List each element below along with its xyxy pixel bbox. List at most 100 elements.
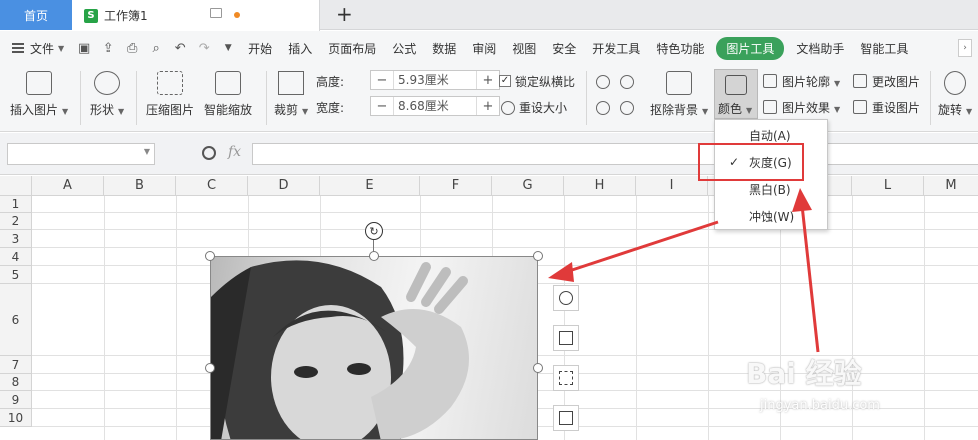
row-header[interactable]: 1	[0, 196, 32, 213]
menu-special[interactable]: 特色功能	[648, 40, 712, 57]
resize-handle[interactable]	[205, 363, 215, 373]
undo-icon[interactable]: ↶	[168, 41, 192, 56]
height-stepper[interactable]: − 5.93厘米 +	[370, 70, 500, 90]
menu-security[interactable]: 安全	[544, 40, 584, 57]
crop-button[interactable]: 裁剪 ▼	[274, 71, 308, 118]
column-header[interactable]: G	[492, 176, 564, 196]
color-option-label: 冲蚀(W)	[749, 209, 795, 224]
tab-workbook[interactable]: S 工作簿1	[72, 0, 320, 31]
lock-ratio-label: 锁定纵横比	[515, 75, 576, 89]
grayscale-photo[interactable]	[210, 256, 538, 440]
row-header[interactable]: 2	[0, 213, 32, 230]
shape-icon	[94, 71, 121, 95]
remove-background-button[interactable]: 抠除背景 ▼	[650, 71, 708, 118]
shape-label: 形状	[90, 103, 115, 117]
column-header[interactable]: M	[924, 176, 978, 196]
column-header[interactable]: E	[320, 176, 420, 196]
menu-data[interactable]: 数据	[424, 40, 464, 57]
divider	[586, 71, 587, 125]
save-icon[interactable]: ▣	[72, 41, 96, 56]
name-box[interactable]: ▼	[7, 143, 155, 165]
new-tab-button[interactable]: +	[336, 3, 353, 25]
width-stepper[interactable]: − 8.68厘米 +	[370, 96, 500, 116]
column-header[interactable]: F	[420, 176, 492, 196]
height-decrease-button[interactable]: −	[371, 71, 393, 89]
rotate-label: 旋转	[938, 103, 963, 117]
menu-smart-tools[interactable]: 智能工具	[852, 40, 916, 57]
tab-home[interactable]: 首页	[0, 0, 72, 30]
resize-handle[interactable]	[205, 251, 215, 261]
print-preview-icon[interactable]: ⌕	[144, 41, 168, 56]
width-decrease-button[interactable]: −	[371, 97, 393, 115]
menu-developer[interactable]: 开发工具	[584, 40, 648, 57]
file-menu-button[interactable]: 文件 ▼	[12, 40, 64, 57]
column-header[interactable]: D	[248, 176, 320, 196]
column-header[interactable]: A	[32, 176, 104, 196]
resize-handle[interactable]	[533, 251, 543, 261]
shape-button[interactable]: 形状 ▼	[90, 71, 124, 118]
row-header[interactable]: 9	[0, 391, 32, 409]
menu-doc-assistant[interactable]: 文档助手	[788, 40, 852, 57]
menu-page-layout[interactable]: 页面布局	[320, 40, 384, 57]
resize-handle[interactable]	[369, 251, 379, 261]
row-header[interactable]: 5	[0, 266, 32, 284]
row-header[interactable]: 8	[0, 374, 32, 391]
crop-tool[interactable]	[553, 325, 579, 351]
picture-effect-button[interactable]: 图片效果 ▼	[782, 99, 840, 116]
zoom-icon[interactable]	[202, 146, 216, 160]
column-header[interactable]: B	[104, 176, 176, 196]
row-header[interactable]: 6	[0, 284, 32, 356]
contrast-down-icon[interactable]	[620, 101, 634, 115]
rotate-handle[interactable]: ↻	[365, 222, 383, 240]
row-header[interactable]: 10	[0, 409, 32, 427]
menu-view[interactable]: 视图	[504, 40, 544, 57]
monitor-icon[interactable]	[210, 8, 222, 18]
print-icon[interactable]: ⎙	[120, 41, 144, 56]
color-button[interactable]: 颜色 ▼	[714, 69, 758, 119]
width-increase-button[interactable]: +	[477, 97, 499, 115]
zoom-in-tool[interactable]	[553, 285, 579, 311]
select-all-corner[interactable]	[0, 176, 32, 196]
smart-zoom-button[interactable]: 智能缩放	[204, 71, 252, 118]
column-header[interactable]: H	[564, 176, 636, 196]
change-picture-button[interactable]: 更改图片	[872, 73, 920, 90]
menu-picture-tools[interactable]: 图片工具	[716, 36, 785, 60]
column-header[interactable]: L	[852, 176, 924, 196]
reset-size-button[interactable]: 重设大小	[519, 99, 567, 116]
row-header[interactable]: 4	[0, 248, 32, 266]
customize-chevron-icon[interactable]: ▼	[216, 43, 240, 53]
brightness-up-icon[interactable]	[596, 75, 610, 89]
menu-home[interactable]: 开始	[240, 40, 280, 57]
export-pdf-icon[interactable]: ⇪	[96, 41, 120, 56]
rotate-button[interactable]: 旋转 ▼	[938, 71, 972, 118]
menu-insert[interactable]: 插入	[280, 40, 320, 57]
menu-scroll-right-icon[interactable]: ›	[958, 39, 972, 57]
redo-icon[interactable]: ↷	[192, 41, 216, 56]
width-label: 宽度:	[316, 101, 345, 115]
picture-to-text-tool[interactable]	[553, 405, 579, 431]
brightness-down-icon[interactable]	[620, 75, 634, 89]
contrast-up-icon[interactable]	[596, 101, 610, 115]
picture-outline-button[interactable]: 图片轮廓 ▼	[782, 73, 840, 90]
height-label: 高度:	[316, 75, 345, 89]
menu-formula[interactable]: 公式	[384, 40, 424, 57]
row-header[interactable]: 7	[0, 356, 32, 374]
resize-handle[interactable]	[533, 363, 543, 373]
color-option-washout[interactable]: 冲蚀(W)	[715, 203, 827, 229]
picture-effect-icon	[763, 100, 777, 114]
row-header[interactable]: 3	[0, 230, 32, 248]
height-value[interactable]: 5.93厘米	[393, 71, 477, 89]
fx-icon[interactable]: fx	[228, 144, 241, 160]
lock-ratio-checkbox[interactable]: ✓	[499, 75, 511, 87]
select-area-tool[interactable]	[553, 365, 579, 391]
height-increase-button[interactable]: +	[477, 71, 499, 89]
compress-picture-button[interactable]: 压缩图片	[146, 71, 194, 118]
insert-picture-button[interactable]: 插入图片 ▼	[10, 71, 68, 118]
column-header[interactable]: C	[176, 176, 248, 196]
reset-picture-button[interactable]: 重设图片	[872, 99, 920, 116]
divider	[930, 71, 931, 125]
width-value[interactable]: 8.68厘米	[393, 97, 477, 115]
menu-bar: 文件 ▼ ▣ ⇪ ⎙ ⌕ ↶ ↷ ▼ 开始 插入 页面布局 公式 数据 审阅 视…	[0, 31, 978, 65]
formula-input[interactable]	[252, 143, 978, 165]
menu-review[interactable]: 审阅	[464, 40, 504, 57]
